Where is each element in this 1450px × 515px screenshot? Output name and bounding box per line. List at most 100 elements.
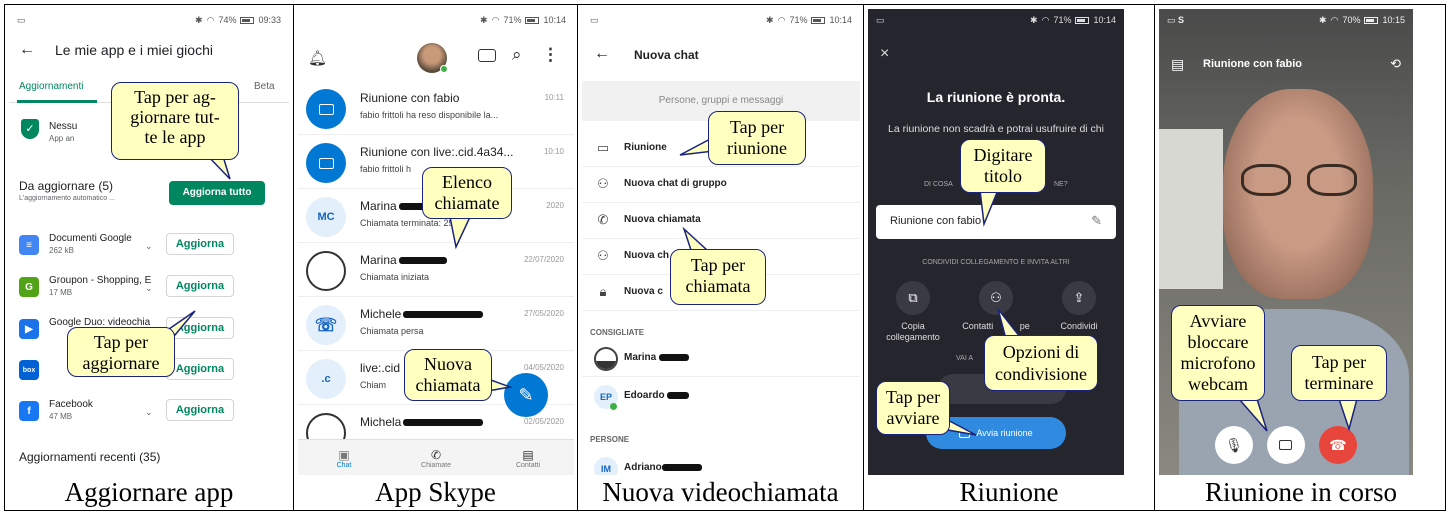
room-window <box>1159 129 1223 289</box>
callout-pointer <box>1237 397 1268 432</box>
nav-calls[interactable]: ✆ Chiamate <box>390 440 482 475</box>
app-row[interactable]: ≡ Documenti Google 262 kB ⌄ Aggiorna <box>9 227 289 267</box>
tab-updates[interactable]: Aggiornamenti <box>19 81 83 92</box>
microphone-icon: 🎙︎ <box>1225 437 1243 453</box>
share-share[interactable]: ⇪ Condividi <box>1044 281 1114 331</box>
group-icon: ⚇ <box>597 248 609 263</box>
wifi-icon: ◠ <box>1330 14 1339 25</box>
panel-update-apps: ▭ ✱ ◠ 74% 09:33 ← Le mie app e i miei gioch… <box>5 5 294 510</box>
close-icon[interactable]: × <box>880 45 889 63</box>
notifications-bell-icon[interactable]: 🔔︎ <box>308 49 327 67</box>
start-meeting-label: Avvia riunione <box>976 428 1033 438</box>
new-chat-option[interactable]: ⚇ Nuova chat di gruppo <box>582 167 860 203</box>
chat-icon: ▣ <box>338 448 350 462</box>
option-label: Riunione <box>624 142 667 153</box>
back-arrow-icon[interactable]: ← <box>594 45 610 63</box>
back-arrow-icon[interactable]: ← <box>19 41 35 59</box>
chevron-down-icon[interactable]: ⌄ <box>145 283 153 294</box>
skype-toolbar: 🔔︎ ⌕ ⋮ <box>298 37 574 81</box>
battery-level: 71% <box>503 15 522 25</box>
chat-date: 02/05/2020 <box>523 417 564 426</box>
wifi-icon: ◠ <box>206 14 215 25</box>
nav-contacts-label: Contatti <box>515 462 541 469</box>
recent-updates[interactable]: Aggiornamenti recenti (35) <box>19 450 160 464</box>
status-bar: ▭ ✱ ◠ 71% 10:14 <box>868 9 1124 31</box>
avatar <box>594 347 618 371</box>
people-contact[interactable]: IM Adriano <box>582 451 860 475</box>
chat-icon[interactable]: ▤ <box>1171 56 1184 73</box>
camera-button[interactable] <box>1267 426 1305 464</box>
option-label: Nuova c <box>624 286 663 297</box>
nav-chat[interactable]: ▣ Chat <box>298 440 390 475</box>
gallery-icon: ▭ <box>17 14 26 25</box>
share-label: CONDIVIDI COLLEGAMENTO E INVITA ALTRI <box>922 259 1070 266</box>
battery-icon <box>1075 16 1090 24</box>
lock-icon: 🔒︎ <box>599 284 607 299</box>
update-button[interactable]: Aggiorna <box>166 275 234 297</box>
suggested-contact[interactable]: EP Edoardo <box>582 379 860 415</box>
update-button[interactable]: Aggiorna <box>166 399 234 421</box>
battery-icon <box>811 16 826 24</box>
bluetooth-icon: ✱ <box>480 14 488 25</box>
chat-subtitle: fabio frittoli ha reso disponibile la... <box>360 110 499 120</box>
panel-caption: App Skype <box>375 477 496 507</box>
avatar: IM <box>594 457 618 475</box>
share-copy[interactable]: ⧉ Copia collegamento <box>878 281 948 343</box>
callout-mute: Avviare bloccare microfono webcam <box>1171 305 1265 401</box>
panel-caption: Riunione in corso <box>1205 477 1397 507</box>
skype-icon: ▭ S <box>1167 14 1185 25</box>
tab-beta[interactable]: Beta <box>254 81 275 92</box>
update-all-button[interactable]: Aggiorna tutto <box>169 181 265 205</box>
search-icon[interactable]: ⌕ <box>512 45 522 65</box>
doc-icon: ≡ <box>19 235 39 255</box>
chat-subtitle: Chiamata iniziata <box>360 272 430 282</box>
chevron-down-icon[interactable]: ⌄ <box>145 241 153 252</box>
avatar: MC <box>306 197 346 237</box>
page-title: Le mie app e i miei giochi <box>55 42 213 58</box>
new-chat-option[interactable]: ✆ Nuova chiamata <box>582 203 860 239</box>
wifi-icon: ◠ <box>491 14 500 25</box>
share-share-label: Condividi <box>1060 321 1098 331</box>
new-chat-screen: ▭ ✱ ◠ 71% 10:14 ← Nuova chat Persone, grupp… <box>582 9 860 475</box>
app-row[interactable]: f Facebook 47 MB ⌄ Aggiorna <box>9 393 289 433</box>
chat-date: 27/05/2020 <box>523 309 564 318</box>
app-name: Documenti Google <box>49 233 132 244</box>
chat-list-item[interactable]: Marina Chiamata iniziata 22/07/2020 <box>298 243 574 297</box>
person-glasses <box>1241 164 1357 198</box>
edit-pencil-icon[interactable]: ✎ <box>1091 213 1102 229</box>
protect-status: Nessu <box>49 121 78 132</box>
gallery-icon: ▭ <box>590 14 599 25</box>
battery-level: 71% <box>789 15 808 25</box>
chat-subtitle: fabio frittoli h <box>360 164 412 174</box>
contact-name: Marina <box>624 352 690 363</box>
app-bar: ← Nuova chat <box>582 35 860 75</box>
video-icon <box>1279 440 1292 450</box>
chat-list-item[interactable]: ☏ Michele Chiamata persa 27/05/2020 <box>298 297 574 351</box>
status-bar: ▭ ✱ ◠ 71% 10:14 <box>582 9 860 31</box>
suggested-contact[interactable]: Marina <box>582 341 860 377</box>
app-row[interactable]: G Groupon - Shopping, E 17 MB ⌄ Aggiorna <box>9 269 289 309</box>
option-label: Nuova chiamata <box>624 214 701 225</box>
video-call-icon[interactable] <box>478 49 496 62</box>
callout-new-call: Nuova chiamata <box>404 349 492 401</box>
facebook-icon: f <box>19 401 39 421</box>
contacts-icon: ▤ <box>522 448 534 462</box>
chevron-down-icon[interactable]: ⌄ <box>145 407 153 418</box>
more-icon[interactable]: ⋮ <box>542 45 559 65</box>
update-button[interactable]: Aggiorna <box>166 233 234 255</box>
bottom-nav: ▣ Chat ✆ Chiamate ▤ Contatti <box>298 439 574 475</box>
video-icon <box>306 89 346 129</box>
avatar[interactable] <box>417 43 448 73</box>
switch-camera-icon[interactable]: ⟲ <box>1390 56 1401 72</box>
avatar: .c <box>306 359 346 399</box>
callout-pointer <box>449 215 472 250</box>
callout-start: Tap per avviare <box>876 381 950 435</box>
chat-list-item[interactable]: Riunione con fabio fabio frittoli ha reso… <box>298 81 574 135</box>
battery-level: 71% <box>1053 15 1072 25</box>
clock: 10:15 <box>1382 15 1405 25</box>
nav-contacts[interactable]: ▤ Contatti <box>482 440 574 475</box>
share-copy-label: Copia collegamento <box>886 321 940 342</box>
battery-icon <box>525 16 540 24</box>
update-button[interactable]: Aggiorna <box>166 358 234 380</box>
copy-icon: ⧉ <box>896 281 930 315</box>
